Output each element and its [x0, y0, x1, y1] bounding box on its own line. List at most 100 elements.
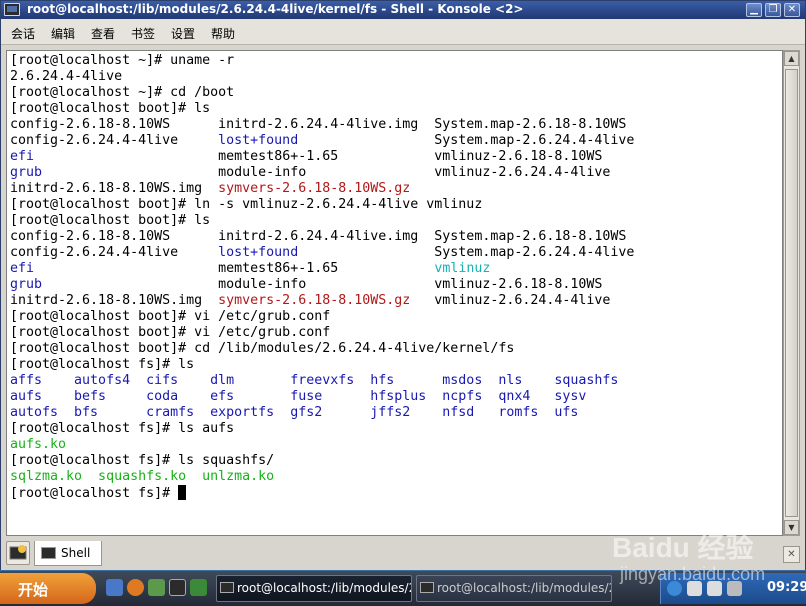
- menu-bookmarks[interactable]: 书签: [131, 25, 155, 42]
- close-tab-button[interactable]: ✕: [783, 546, 800, 563]
- launcher-icon[interactable]: [190, 579, 207, 596]
- terminal-segment: [root@localhost boot]# ls: [10, 101, 211, 116]
- maximize-button[interactable]: ❐: [765, 3, 781, 17]
- terminal-cursor: [178, 485, 187, 500]
- task-label: root@localhost:/lib/modules/2: [237, 581, 412, 595]
- menu-help[interactable]: 帮助: [211, 25, 235, 42]
- scroll-down-arrow[interactable]: ▼: [784, 520, 799, 535]
- terminal-line: [root@localhost boot]# cd /lib/modules/2…: [10, 341, 634, 357]
- terminal-line: config-2.6.18-8.10WS initrd-2.6.24.4-4li…: [10, 117, 634, 133]
- title-bar[interactable]: root@localhost:/lib/modules/2.6.24.4-4li…: [1, 1, 805, 19]
- terminal-line: config-2.6.24.4-4live lost+found System.…: [10, 133, 634, 149]
- terminal-segment: autofs bfs cramfs exportfs gfs2 jffs2 nf…: [10, 405, 579, 420]
- terminal-line: [root@localhost boot]# ls: [10, 213, 634, 229]
- terminal-segment: config-2.6.18-8.10WS initrd-2.6.24.4-4li…: [10, 117, 627, 132]
- terminal-text: [root@localhost ~]# uname -r 2.6.24.4-4li…: [10, 53, 634, 501]
- terminal-line: 2.6.24.4-4live: [10, 69, 634, 85]
- terminal-segment: lost+found: [218, 245, 299, 260]
- terminal-segment: aufs.ko: [10, 437, 67, 452]
- terminal-line: aufs befs coda efs fuse hfsplus ncpfs qn…: [10, 389, 634, 405]
- tab-shell[interactable]: Shell: [34, 541, 102, 566]
- terminal-segment: grub: [10, 165, 43, 180]
- menu-bar: 会话 编辑 查看 书签 设置 帮助: [1, 19, 805, 45]
- start-label: 开始: [18, 581, 49, 599]
- terminal-icon: [41, 547, 56, 559]
- konsole-icon[interactable]: [4, 3, 20, 16]
- terminal-segment: initrd-2.6.18-8.10WS.img: [10, 293, 219, 308]
- terminal-icon: [420, 582, 434, 593]
- terminal-line: initrd-2.6.18-8.10WS.img symvers-2.6.18-…: [10, 181, 634, 197]
- terminal-segment: [root@localhost boot]# ls: [10, 213, 211, 228]
- terminal-segment: [root@localhost boot]# ln -s vmlinuz-2.6…: [10, 197, 483, 212]
- terminal-segment: [root@localhost fs]# ls: [10, 357, 195, 372]
- terminal-line: autofs bfs cramfs exportfs gfs2 jffs2 nf…: [10, 405, 634, 421]
- system-tray: 09:29: [660, 573, 806, 604]
- terminal-segment: vmlinuz-2.6.24.4-4live: [410, 293, 611, 308]
- desktop-icon[interactable]: [106, 579, 123, 596]
- settings-icon[interactable]: [148, 579, 165, 596]
- terminal-segment: symvers-2.6.18-8.10WS.gz: [218, 181, 411, 196]
- terminal-segment: [root@localhost boot]# cd /lib/modules/2…: [10, 341, 515, 356]
- terminal-line: [root@localhost fs]#: [10, 485, 634, 501]
- terminal-segment: memtest86+-1.65 vmlinuz-2.6.18-8.10WS: [34, 149, 603, 164]
- terminal-line: affs autofs4 cifs dlm freevxfs hfs msdos…: [10, 373, 634, 389]
- terminal-line: grub module-info vmlinuz-2.6.24.4-4live: [10, 165, 634, 181]
- terminal-line: [root@localhost fs]# ls: [10, 357, 634, 373]
- terminal-line: [root@localhost ~]# uname -r: [10, 53, 634, 69]
- terminal-line: [root@localhost boot]# ls: [10, 101, 634, 117]
- terminal-segment: config-2.6.24.4-4live: [10, 245, 219, 260]
- firefox-icon[interactable]: [127, 579, 144, 596]
- new-session-button[interactable]: [6, 541, 30, 565]
- window-title: root@localhost:/lib/modules/2.6.24.4-4li…: [27, 2, 524, 16]
- terminal-segment: aufs befs coda efs fuse hfsplus ncpfs qn…: [10, 389, 587, 404]
- volume-icon[interactable]: [707, 581, 722, 596]
- terminal-segment: lost+found: [218, 133, 299, 148]
- tab-bar: Shell ✕: [1, 538, 805, 570]
- terminal-segment: config-2.6.18-8.10WS initrd-2.6.24.4-4li…: [10, 229, 627, 244]
- terminal-line: [root@localhost fs]# ls squashfs/: [10, 453, 634, 469]
- minimize-button[interactable]: ▁: [746, 3, 762, 17]
- clipboard-icon[interactable]: [687, 581, 702, 596]
- terminal-line: sqlzma.ko squashfs.ko unlzma.ko: [10, 469, 634, 485]
- terminal-segment: memtest86+-1.65: [34, 261, 435, 276]
- terminal-segment: [root@localhost fs]# ls squashfs/: [10, 453, 275, 468]
- terminal-segment: efi: [10, 261, 35, 276]
- terminal-segment: [root@localhost boot]# vi /etc/grub.conf: [10, 309, 331, 324]
- task-label: root@localhost:/lib/modules/2: [437, 581, 612, 595]
- scrollbar-thumb[interactable]: [785, 69, 798, 517]
- network-icon[interactable]: [667, 581, 682, 596]
- terminal-line: [root@localhost boot]# vi /etc/grub.conf: [10, 309, 634, 325]
- taskbar: 开始 root@localhost:/lib/modules/2 root@lo…: [0, 571, 806, 606]
- terminal-segment: initrd-2.6.18-8.10WS.img: [10, 181, 219, 196]
- start-button[interactable]: 开始: [0, 573, 96, 604]
- terminal-segment: System.map-2.6.24.4-4live: [298, 133, 635, 148]
- update-icon[interactable]: [727, 581, 742, 596]
- terminal-output[interactable]: [root@localhost ~]# uname -r 2.6.24.4-4li…: [6, 50, 783, 536]
- scroll-up-arrow[interactable]: ▲: [784, 51, 799, 66]
- tab-label: Shell: [61, 546, 91, 560]
- menu-edit[interactable]: 编辑: [51, 25, 75, 42]
- clock: 09:29: [767, 580, 806, 595]
- konsole-window: root@localhost:/lib/modules/2.6.24.4-4li…: [0, 0, 806, 570]
- terminal-segment: System.map-2.6.24.4-4live: [298, 245, 635, 260]
- taskbar-task-konsole-active[interactable]: root@localhost:/lib/modules/2: [216, 575, 412, 602]
- terminal-segment: config-2.6.24.4-4live: [10, 133, 219, 148]
- terminal-line: config-2.6.24.4-4live lost+found System.…: [10, 245, 634, 261]
- terminal-segment: grub: [10, 277, 43, 292]
- taskbar-task-konsole[interactable]: root@localhost:/lib/modules/2: [416, 575, 612, 602]
- menu-session[interactable]: 会话: [11, 25, 35, 42]
- terminal-launcher-icon[interactable]: [169, 579, 186, 596]
- terminal-segment: [root@localhost fs]#: [10, 486, 179, 501]
- menu-view[interactable]: 查看: [91, 25, 115, 42]
- terminal-segment: [root@localhost ~]# cd /boot: [10, 85, 235, 100]
- terminal-line: aufs.ko: [10, 437, 634, 453]
- terminal-segment: module-info vmlinuz-2.6.24.4-4live: [42, 165, 611, 180]
- menu-settings[interactable]: 设置: [171, 25, 195, 42]
- terminal-segment: [root@localhost boot]# vi /etc/grub.conf: [10, 325, 331, 340]
- vertical-scrollbar[interactable]: ▲ ▼: [783, 50, 800, 536]
- close-button[interactable]: ✕: [784, 3, 800, 17]
- terminal-line: efi memtest86+-1.65 vmlinuz: [10, 261, 634, 277]
- terminal-line: efi memtest86+-1.65 vmlinuz-2.6.18-8.10W…: [10, 149, 634, 165]
- new-session-icon: [9, 545, 27, 560]
- terminal-segment: vmlinuz: [434, 261, 491, 276]
